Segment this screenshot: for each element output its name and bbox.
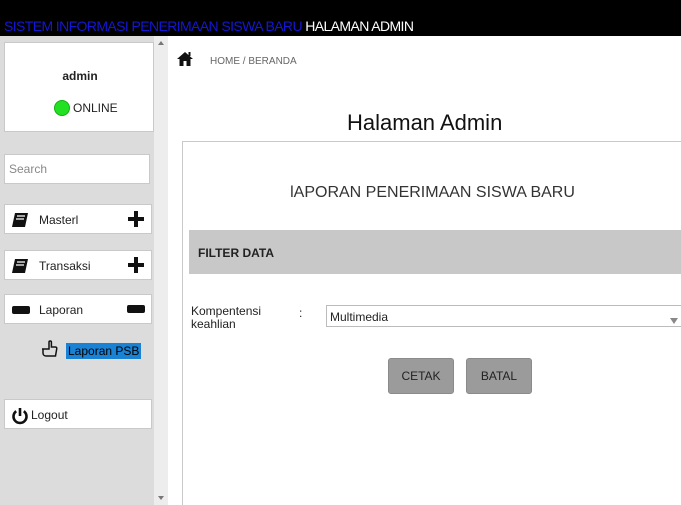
sidebar-item-label: Transaksi bbox=[39, 259, 91, 273]
top-bar: SISTEM INFORMASI PENERIMAAN SISWA BARU H… bbox=[0, 0, 681, 36]
page-title: Halaman Admin bbox=[347, 110, 503, 135]
field-colon: : bbox=[299, 306, 303, 320]
user-panel: admin ONLINE bbox=[4, 42, 154, 132]
sidebar-item-logout[interactable]: Logout bbox=[4, 399, 152, 429]
admin-page-label: HALAMAN ADMIN bbox=[305, 18, 414, 34]
print-button[interactable]: CETAK bbox=[388, 358, 454, 394]
minus-icon[interactable] bbox=[127, 300, 145, 321]
laporan-icon bbox=[11, 302, 31, 321]
filter-header: FILTER DATA bbox=[189, 230, 681, 274]
kompetensi-label: Kompentensi keahlian bbox=[191, 304, 262, 331]
book-icon bbox=[11, 258, 29, 277]
user-status: ONLINE bbox=[73, 101, 118, 115]
kompetensi-select[interactable]: Multimedia bbox=[326, 305, 681, 327]
report-title: lAPORAN PENERIMAAN SISWA BARU bbox=[290, 184, 575, 201]
sidebar-item-transaksi[interactable]: Transaksi bbox=[4, 250, 152, 280]
scroll-up-arrow-icon[interactable] bbox=[154, 36, 168, 50]
power-icon bbox=[11, 407, 29, 428]
book-icon bbox=[11, 212, 29, 231]
sidebar: admin ONLINE Masterl Transaksi Laporan bbox=[0, 36, 168, 505]
chevron-down-icon bbox=[670, 313, 678, 327]
home-icon[interactable] bbox=[176, 50, 194, 71]
sidebar-item-label: Laporan bbox=[39, 303, 84, 317]
sidebar-item-laporan[interactable]: Laporan bbox=[4, 294, 152, 324]
search-input[interactable] bbox=[4, 154, 150, 184]
sidebar-subitem-label: Laporan PSB bbox=[66, 343, 142, 359]
filter-title: FILTER DATA bbox=[198, 246, 274, 260]
plus-icon[interactable] bbox=[127, 256, 145, 277]
cancel-button[interactable]: BATAL bbox=[466, 358, 532, 394]
select-value: Multimedia bbox=[330, 310, 389, 324]
sidebar-item-label: Logout bbox=[31, 408, 68, 422]
user-name: admin bbox=[62, 69, 98, 83]
breadcrumb[interactable]: HOME / BERANDA bbox=[210, 56, 297, 67]
report-panel: lAPORAN PENERIMAAN SISWA BARU FILTER DAT… bbox=[182, 141, 681, 505]
sidebar-item-label: Masterl bbox=[39, 213, 79, 227]
main-content: HOME / BERANDA Halaman Admin lAPORAN PEN… bbox=[168, 36, 681, 505]
system-title: SISTEM INFORMASI PENERIMAAN SISWA BARU bbox=[4, 18, 303, 34]
plus-icon[interactable] bbox=[127, 210, 145, 231]
sidebar-scrollbar[interactable] bbox=[154, 36, 168, 505]
sidebar-item-master[interactable]: Masterl bbox=[4, 204, 152, 234]
scroll-down-arrow-icon[interactable] bbox=[154, 491, 168, 505]
online-status-indicator bbox=[54, 100, 70, 116]
app-title: SISTEM INFORMASI PENERIMAAN SISWA BARU H… bbox=[4, 18, 414, 34]
hand-pointer-icon bbox=[40, 338, 62, 363]
